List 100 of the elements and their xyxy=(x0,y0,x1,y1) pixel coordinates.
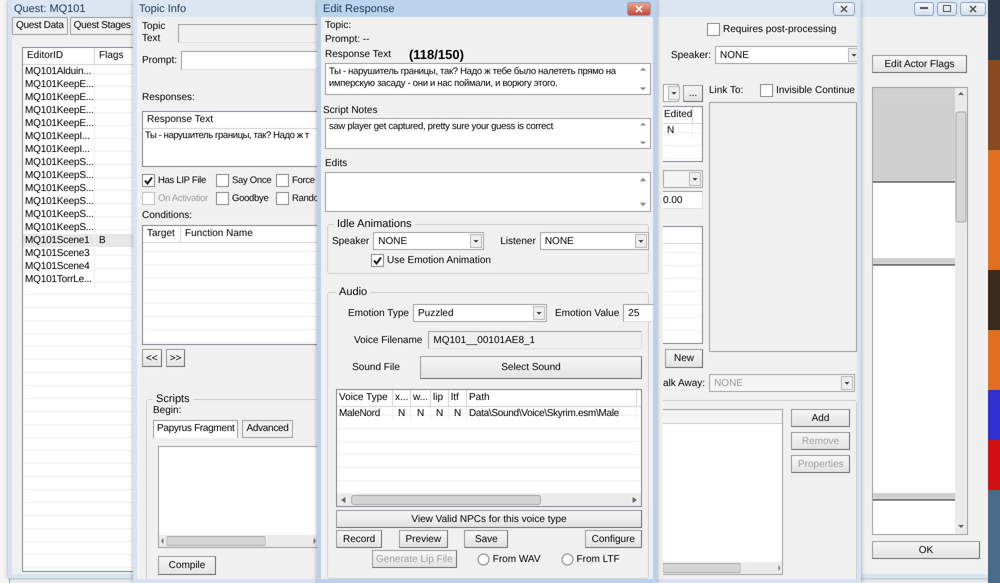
scrollbar-arrows-icon xyxy=(637,120,649,147)
checkbox[interactable] xyxy=(276,174,289,187)
list-panel[interactable] xyxy=(663,409,783,575)
table-cell: MaleNord xyxy=(337,407,393,420)
checkbox[interactable] xyxy=(707,23,720,36)
group-title: Audio xyxy=(338,286,368,298)
column-header[interactable]: x... xyxy=(393,390,411,406)
field-label: Speaker: xyxy=(671,50,712,60)
radio-button[interactable] xyxy=(560,552,574,566)
prompt-field[interactable] xyxy=(181,51,318,70)
tab[interactable]: Quest Data xyxy=(12,17,68,35)
checkbox[interactable] xyxy=(760,84,774,97)
checkbox-label: Use Emotion Animation xyxy=(387,255,491,266)
checkbox-label: Has LIP File xyxy=(158,175,206,186)
dropdown[interactable] xyxy=(663,84,679,102)
column-header[interactable]: lip xyxy=(431,390,449,406)
column-header[interactable]: ltf xyxy=(449,390,467,406)
script-notes-area[interactable]: saw player get captured, pretty sure your guess is correct xyxy=(325,118,651,149)
emotion-value-field[interactable]: 25 xyxy=(623,304,653,322)
checkbox-label: Requires post-processing xyxy=(723,24,836,35)
dropdown[interactable]: NONE xyxy=(373,232,484,250)
horizontal-scrollbar[interactable] xyxy=(337,494,641,506)
script-editor[interactable] xyxy=(158,446,318,548)
table-cell: MQ101Scene1 xyxy=(23,234,95,247)
more-button[interactable]: ... xyxy=(683,84,703,102)
group-title: Scripts xyxy=(155,393,191,405)
audio-button[interactable]: Record xyxy=(336,530,382,548)
radio-button[interactable] xyxy=(476,552,490,566)
dropdown[interactable]: NONE xyxy=(540,232,649,250)
column-header[interactable]: Voice Type xyxy=(337,390,393,406)
action-button[interactable]: Add xyxy=(791,409,850,427)
voice-filename-field[interactable]: MQ101__00101AE8_1 xyxy=(428,331,642,349)
table-row[interactable]: MQ101TorrLe... xyxy=(23,273,137,286)
nav-button[interactable]: >> xyxy=(166,349,186,367)
table-row[interactable]: MQ101KeepS... xyxy=(23,195,137,208)
minimize-icon[interactable] xyxy=(914,2,934,16)
edits-area[interactable] xyxy=(325,172,651,212)
table-cell: N xyxy=(449,407,467,420)
table-row[interactable]: MQ101KeepI... xyxy=(23,143,137,156)
table-row[interactable]: MQ101KeepS... xyxy=(23,169,137,182)
ok-button[interactable]: OK xyxy=(872,541,980,559)
checkbox[interactable] xyxy=(142,174,155,187)
table-row[interactable]: MQ101KeepS... xyxy=(23,208,137,221)
section-label: Conditions: xyxy=(142,210,194,221)
column-header[interactable]: Path xyxy=(467,390,637,406)
topic-text-field[interactable] xyxy=(178,24,318,42)
horizontal-scrollbar[interactable] xyxy=(159,535,318,547)
new-button[interactable]: New xyxy=(665,349,703,368)
table-row[interactable]: MQ101KeepS... xyxy=(23,182,137,195)
close-icon[interactable] xyxy=(960,2,986,16)
field-label: Emotion Value xyxy=(554,308,620,318)
table-row[interactable]: MQ101Scene3 xyxy=(23,247,137,260)
field-label: Speaker xyxy=(332,236,370,246)
tab[interactable]: Papyrus Fragment xyxy=(153,420,238,438)
window-title: Topic Info xyxy=(139,2,186,14)
table-cell: MQ101KeepS... xyxy=(23,208,95,221)
table-row[interactable]: MQ101KeepE... xyxy=(23,91,137,104)
table-cell: MQ101KeepS... xyxy=(23,195,95,208)
column-header[interactable]: EditorID xyxy=(23,48,95,64)
radio-label: From WAV xyxy=(492,554,540,564)
select-sound-button[interactable]: Select Sound xyxy=(420,356,642,379)
table-cell: MQ101Alduin... xyxy=(23,65,95,78)
edit-actor-flags-button[interactable]: Edit Actor Flags xyxy=(872,55,967,73)
table-row[interactable]: MQ101KeepE... xyxy=(23,117,137,130)
table-cell: Data\Sound\Voice\Skyrim.esm\Male xyxy=(467,407,637,420)
horizontal-scrollbar[interactable] xyxy=(663,562,782,574)
radio-label: From LTF xyxy=(576,554,620,564)
column-header[interactable]: w... xyxy=(411,390,431,406)
table-row[interactable]: MQ101KeepI... xyxy=(23,130,137,143)
checkbox[interactable] xyxy=(216,174,229,187)
audio-button[interactable]: Save xyxy=(464,530,508,548)
delay-field[interactable]: 0.00 xyxy=(663,191,703,209)
audio-button[interactable]: Preview xyxy=(398,530,448,548)
audio-button[interactable]: Configure xyxy=(584,530,642,548)
table-row[interactable]: MQ101Alduin... xyxy=(23,65,137,78)
checkbox-label: Say Once xyxy=(232,175,272,186)
tab[interactable]: Advanced xyxy=(242,420,293,438)
close-icon[interactable] xyxy=(627,2,651,16)
tab[interactable]: Quest Stages xyxy=(70,17,135,35)
close-icon[interactable] xyxy=(833,2,855,16)
checkbox[interactable] xyxy=(216,192,229,205)
link-to-list[interactable] xyxy=(709,102,857,352)
checkbox[interactable] xyxy=(371,254,384,267)
table-row[interactable]: MQ101KeepE... xyxy=(23,104,137,117)
section-label: Responses: xyxy=(142,92,196,103)
view-npcs-button[interactable]: View Valid NPCs for this voice type xyxy=(336,510,642,528)
table-row[interactable]: MQ101KeepS... xyxy=(23,156,137,169)
maximize-icon[interactable] xyxy=(937,2,957,16)
nav-button[interactable]: << xyxy=(142,349,162,367)
field-label: Prompt: xyxy=(142,55,178,66)
column-header[interactable]: Target xyxy=(143,226,181,242)
field-label: Script Notes xyxy=(323,105,378,116)
response-text-area[interactable]: Ты - нарушитель границы, так? Надо ж тебе было налететь прямо на имперскую засаду - они и нас поймали, и ворюгу этого. xyxy=(325,63,651,95)
table-row[interactable]: MQ101KeepE... xyxy=(23,78,137,91)
dropdown[interactable]: Puzzled xyxy=(412,304,547,322)
table-row[interactable]: MQ101Scene4 xyxy=(23,260,137,273)
field-label: Link To: xyxy=(709,85,744,96)
dropdown[interactable]: NONE xyxy=(715,46,857,64)
checkbox[interactable] xyxy=(276,192,289,205)
compile-button[interactable]: Compile xyxy=(158,556,216,575)
